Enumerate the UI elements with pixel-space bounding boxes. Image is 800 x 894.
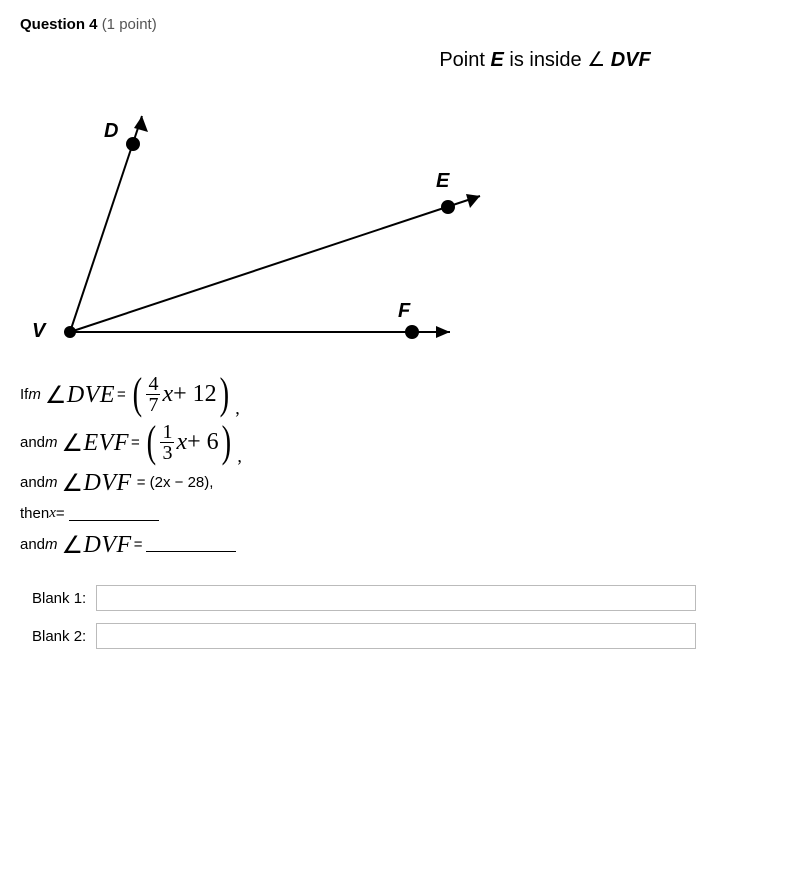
l2-expression: ( 1 3 x + 6 ) — [140, 420, 234, 464]
l2-m: m — [45, 434, 60, 451]
l2-plus: + 6 — [187, 429, 219, 456]
statement-prefix: Point — [439, 49, 490, 71]
angle-icon: ∠ — [45, 383, 67, 409]
l2-frac-num: 1 — [160, 422, 174, 442]
l1-var: x — [162, 381, 173, 408]
l5-angle: ∠DVF — [60, 530, 134, 559]
figure-svg — [20, 82, 540, 362]
l4-then: then — [20, 505, 49, 522]
line-dvf: and m ∠DVF = (2x − 28), — [20, 468, 780, 497]
l3-angle-letters: DVF — [84, 470, 132, 496]
l5-eq: = — [134, 536, 143, 553]
answer-blanks: Blank 1: Blank 2: — [20, 585, 780, 649]
lparen-icon: ( — [132, 372, 142, 416]
l1-angle-letters: DVE — [67, 382, 115, 408]
l5-prefix: and — [20, 536, 45, 553]
blank2-label: Blank 2: — [32, 628, 96, 645]
question-number: Question 4 — [20, 16, 98, 33]
l1-angle: ∠DVE — [43, 380, 117, 409]
l2-var: x — [176, 429, 187, 456]
l1-plus: + 12 — [173, 381, 217, 408]
label-d: D — [104, 120, 118, 143]
blank1-label: Blank 1: — [32, 590, 96, 607]
label-f: F — [398, 300, 410, 323]
l3-expr: = (2x − 28), — [134, 474, 214, 491]
l4-eq: = — [56, 505, 65, 522]
l3-angle: ∠DVF — [60, 468, 134, 497]
l1-comma: , — [231, 398, 240, 419]
statement-point: E — [490, 49, 503, 71]
rparen-icon: ) — [219, 372, 229, 416]
angle-icon: ∠ — [62, 471, 84, 497]
statement: Point E is inside ∠ DVF — [310, 47, 780, 72]
label-v: V — [32, 320, 45, 343]
l1-prefix: If — [20, 386, 28, 403]
l2-fraction: 1 3 — [160, 422, 174, 463]
line-then-x: then x = — [20, 505, 780, 522]
l1-expression: ( 4 7 x + 12 ) — [126, 372, 232, 416]
statement-angle: DVF — [611, 49, 651, 71]
line-and-dvf: and m ∠DVF = — [20, 530, 780, 559]
l2-eq: = — [131, 434, 140, 451]
l1-m: m — [28, 386, 43, 403]
lparen-icon: ( — [146, 420, 156, 464]
l2-frac-den: 3 — [160, 442, 174, 463]
blank2-input[interactable] — [96, 623, 696, 649]
blank-underline-x — [69, 507, 159, 521]
l1-frac-den: 7 — [146, 394, 160, 415]
l2-prefix: and — [20, 434, 45, 451]
question-header: Question 4 (1 point) — [20, 16, 780, 33]
l2-angle-letters: EVF — [84, 430, 129, 456]
angle-icon: ∠ — [62, 533, 84, 559]
blank-underline-dvf — [146, 538, 236, 552]
statement-mid: is inside — [504, 49, 587, 71]
angle-icon: ∠ — [62, 431, 84, 457]
blank-row-2: Blank 2: — [32, 623, 780, 649]
angle-icon: ∠ — [587, 49, 605, 71]
label-e: E — [436, 170, 449, 193]
l4-x: x — [49, 505, 56, 522]
blank-row-1: Blank 1: — [32, 585, 780, 611]
l5-angle-letters: DVF — [84, 532, 132, 558]
l1-fraction: 4 7 — [146, 374, 160, 415]
l3-m: m — [45, 474, 60, 491]
l5-m: m — [45, 536, 60, 553]
geometry-figure: V D E F — [20, 82, 540, 362]
rparen-icon: ) — [221, 420, 231, 464]
line-evf: and m ∠EVF = ( 1 3 x + 6 ) , — [20, 420, 780, 464]
l1-eq: = — [117, 386, 126, 403]
l3-prefix: and — [20, 474, 45, 491]
blank1-input[interactable] — [96, 585, 696, 611]
question-points: (1 point) — [102, 16, 157, 33]
line-dve: If m ∠DVE = ( 4 7 x + 12 ) , — [20, 372, 780, 416]
l2-comma: , — [233, 446, 242, 467]
l2-angle: ∠EVF — [60, 428, 132, 457]
l1-frac-num: 4 — [146, 374, 160, 394]
